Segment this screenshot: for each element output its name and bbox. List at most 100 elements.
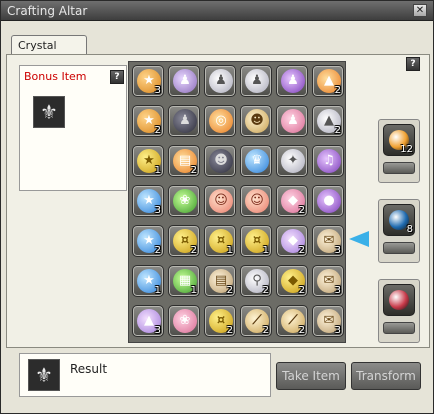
item-count: 1: [154, 165, 161, 176]
grid-cell-r6c4[interactable]: ⚲ 2: [240, 265, 272, 297]
red-gem-icon: [383, 284, 415, 316]
grid-cell-r5c3[interactable]: ¤ 1: [204, 225, 236, 257]
purple-outfit-icon: ♟: [173, 69, 197, 93]
pink-face-icon: ☺: [245, 189, 269, 213]
item-count: 2: [226, 325, 233, 336]
grid-cell-r5c6[interactable]: ✉ 3: [312, 225, 344, 257]
grid-cell-r3c4[interactable]: ♛: [240, 145, 272, 177]
grid-cell-r4c3[interactable]: ☺: [204, 185, 236, 217]
grid-cell-r5c5[interactable]: ◆ 2: [276, 225, 308, 257]
item-count: 2: [262, 285, 269, 296]
bonus-help-button[interactable]: ?: [110, 70, 124, 84]
white-outfit-icon: ♟: [245, 69, 269, 93]
grid-cell-r2c5[interactable]: ♟: [276, 105, 308, 137]
side-slot-count: 8: [406, 224, 413, 235]
item-count: 2: [298, 285, 305, 296]
bonus-item-title: Bonus Item: [24, 70, 87, 83]
green-bag-icon: ❀: [173, 189, 197, 213]
title-bar[interactable]: Crafting Altar ✕: [1, 1, 433, 21]
grid-cell-r1c4[interactable]: ♟: [240, 65, 272, 97]
grid-cell-r4c6[interactable]: ●: [312, 185, 344, 217]
grid-cell-r4c1[interactable]: ★ 3: [132, 185, 164, 217]
orange-coin-icon: 12: [383, 124, 415, 156]
grid-cell-r7c5[interactable]: ⟋ 2: [276, 305, 308, 337]
bonus-item-panel: Bonus Item ? ⚜: [19, 65, 127, 191]
grid-cell-r4c2[interactable]: ❀: [168, 185, 200, 217]
grid-cell-r5c4[interactable]: ¤ 1: [240, 225, 272, 257]
grid-cell-r2c3[interactable]: ◎: [204, 105, 236, 137]
grid-cell-r1c3[interactable]: ♟: [204, 65, 236, 97]
grid-cell-r6c2[interactable]: ▦ 1: [168, 265, 200, 297]
ingredient-grid: ★ 3 ♟ ♟ ♟ ♟ ▲ 2 ★ 2 ♟ ◎ ☻ ♟ ▲ 2 ★ 1 ▤ 2 ☻ ♛ ✦ ♫ ★ 3 ❀ ☺ ☺ ◆ 2 ● ★ 2 ¤ 2 ¤ 1 ¤ 1…: [128, 61, 346, 343]
selection-pointer-icon: [349, 231, 369, 247]
grid-cell-r7c6[interactable]: ✉ 3: [312, 305, 344, 337]
grid-cell-r7c3[interactable]: ¤ 2: [204, 305, 236, 337]
item-count: 2: [190, 165, 197, 176]
grid-help-button[interactable]: ?: [406, 57, 420, 71]
item-count: 1: [154, 285, 161, 296]
grid-cell-r5c1[interactable]: ★ 2: [132, 225, 164, 257]
item-count: 2: [298, 245, 305, 256]
item-count: 3: [334, 325, 341, 336]
item-count: 2: [262, 325, 269, 336]
item-count: 3: [154, 325, 161, 336]
item-count: 1: [190, 285, 197, 296]
cat-mask-icon: ☻: [209, 149, 233, 173]
grid-cell-r3c6[interactable]: ♫: [312, 145, 344, 177]
item-count: 2: [226, 285, 233, 296]
crafting-altar-window: Crafting Altar ✕ Crystal Altar Bonus Ite…: [0, 0, 434, 414]
grid-cell-r4c4[interactable]: ☺: [240, 185, 272, 217]
transform-button[interactable]: Transform: [351, 362, 421, 390]
grid-cell-r2c2[interactable]: ♟: [168, 105, 200, 137]
grid-cell-r2c1[interactable]: ★ 2: [132, 105, 164, 137]
side-slot-bar: [383, 162, 415, 174]
dark-outfit-icon: ♟: [173, 109, 197, 133]
side-slot-2[interactable]: 8: [378, 199, 420, 263]
result-label: Result: [70, 362, 108, 376]
item-count: 2: [154, 245, 161, 256]
grid-cell-r1c1[interactable]: ★ 3: [132, 65, 164, 97]
grid-cell-r7c4[interactable]: ⟋ 2: [240, 305, 272, 337]
item-count: 1: [262, 245, 269, 256]
grid-cell-r1c2[interactable]: ♟: [168, 65, 200, 97]
grid-cell-r6c6[interactable]: ✉ 3: [312, 265, 344, 297]
grid-cell-r6c3[interactable]: ▤ 2: [204, 265, 236, 297]
side-slot-bar: [383, 242, 415, 254]
result-panel: ⚜ Result: [19, 353, 271, 397]
grid-cell-r6c5[interactable]: ◆ 2: [276, 265, 308, 297]
side-slot-1[interactable]: 12: [378, 119, 420, 183]
tab-crystal-altar[interactable]: Crystal Altar: [11, 35, 87, 65]
grid-cell-r3c3[interactable]: ☻: [204, 145, 236, 177]
grid-cell-r2c4[interactable]: ☻: [240, 105, 272, 137]
pink-flower-icon: ❀: [173, 309, 197, 333]
item-count: 2: [334, 85, 341, 96]
side-slot-3[interactable]: [378, 279, 420, 343]
white-wing-icon: ✦: [281, 149, 305, 173]
grid-cell-r7c1[interactable]: ▲ 3: [132, 305, 164, 337]
grid-cell-r7c2[interactable]: ❀: [168, 305, 200, 337]
purple-note-icon: ♫: [317, 149, 341, 173]
grid-cell-r3c2[interactable]: ▤ 2: [168, 145, 200, 177]
side-slot-bar: [383, 322, 415, 334]
item-count: 2: [154, 125, 161, 136]
grid-cell-r5c2[interactable]: ¤ 2: [168, 225, 200, 257]
grid-cell-r6c1[interactable]: ★ 1: [132, 265, 164, 297]
bonus-item-slot[interactable]: ⚜: [33, 96, 65, 128]
purple-dress-icon: ♟: [281, 69, 305, 93]
grid-cell-r3c5[interactable]: ✦: [276, 145, 308, 177]
item-count: 2: [298, 205, 305, 216]
close-icon[interactable]: ✕: [413, 4, 427, 17]
take-item-button[interactable]: Take Item: [276, 362, 346, 390]
grid-cell-r4c5[interactable]: ◆ 2: [276, 185, 308, 217]
item-count: 3: [154, 85, 161, 96]
grid-cell-r1c6[interactable]: ▲ 2: [312, 65, 344, 97]
blue-gem-icon: 8: [383, 204, 415, 236]
window-title: Crafting Altar: [7, 4, 88, 18]
item-count: 3: [154, 205, 161, 216]
item-count: 2: [298, 325, 305, 336]
grid-cell-r1c5[interactable]: ♟: [276, 65, 308, 97]
result-slot[interactable]: ⚜: [28, 359, 60, 391]
grid-cell-r2c6[interactable]: ▲ 2: [312, 105, 344, 137]
pink-outfit-icon: ♟: [281, 109, 305, 133]
grid-cell-r3c1[interactable]: ★ 1: [132, 145, 164, 177]
